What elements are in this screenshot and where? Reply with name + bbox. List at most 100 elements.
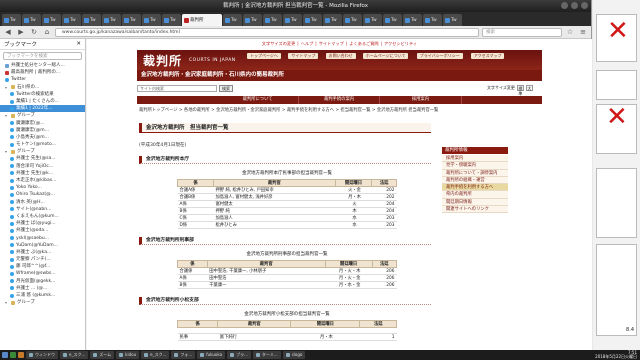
browser-tab[interactable]: Tw	[263, 14, 282, 26]
utility-link[interactable]: サイトマップ	[319, 41, 344, 47]
utility-link[interactable]: アクセシビリティ	[384, 41, 417, 47]
right-nav-item[interactable]: 開廷期日情報	[442, 198, 508, 207]
background-window[interactable]	[596, 168, 637, 238]
bookmark-item[interactable]: 清水 英(@H...	[0, 199, 85, 206]
bookmark-item[interactable]: くまえもん(@kum...	[0, 213, 85, 220]
bookmark-item[interactable]: 業績1 | たくさんの...	[0, 98, 85, 105]
bookmark-item[interactable]: Wframe(@swbs...	[0, 270, 85, 277]
bookmark-item[interactable]: 月光仮面(@gekk...	[0, 278, 85, 285]
site-logo[interactable]: 裁判所	[143, 52, 182, 69]
start-menu-icon[interactable]	[2, 352, 8, 358]
back-icon[interactable]: ◀	[3, 28, 13, 37]
background-window[interactable]: 8.4	[596, 244, 637, 336]
bookmark-item[interactable]: 業績1 | 2022年...	[0, 105, 85, 113]
bookmark-item[interactable]: 落合洋司 YojiOc...	[0, 163, 85, 170]
header-link[interactable]: プライバシーポリシー	[416, 53, 463, 59]
browser-tab[interactable]: Tw	[283, 14, 302, 26]
right-nav-item[interactable]: 裁判所の組織・運営	[442, 176, 508, 185]
browser-tab[interactable]: Tw	[243, 14, 262, 26]
forward-icon[interactable]: ▶	[16, 28, 26, 37]
right-nav-item[interactable]: 裁判所について・調停案内	[442, 169, 508, 177]
taskbar-task[interactable]: kidou	[116, 351, 140, 359]
bookmark-item[interactable]: 弁護士(@oda...	[0, 227, 85, 234]
bookmark-item[interactable]: 弁護士 ば(@yugi...	[0, 220, 85, 227]
close-icon[interactable]: ✕	[76, 41, 81, 47]
site-search-button[interactable]: 検索	[219, 85, 233, 92]
font-size-normal-button[interactable]: 標準	[516, 85, 524, 96]
bookmark-search-input[interactable]: ブックマークを検索	[3, 52, 82, 60]
browser-tab[interactable]: Tw	[162, 14, 181, 26]
browser-tab[interactable]: Tw	[42, 14, 61, 26]
app-launcher-icon[interactable]	[18, 352, 24, 358]
background-window[interactable]	[596, 70, 637, 100]
expand-arrow-icon[interactable]: ▾	[5, 112, 9, 119]
bookmark-item[interactable]: 弁護士 ... (@...	[0, 285, 85, 292]
taskbar-task[interactable]: ウィンドウ	[26, 351, 58, 359]
taskbar-task[interactable]: フォ...	[171, 351, 196, 359]
browser-tab[interactable]: Tw	[363, 14, 382, 26]
bookmark-item[interactable]: 廣瀬康宏(@...	[0, 120, 85, 127]
browser-tab[interactable]: 裁判所	[182, 14, 222, 26]
expand-arrow-icon[interactable]: ▾	[5, 148, 9, 155]
url-bar[interactable]: www.courts.go.jp/kanazawa/saiban/tanto/i…	[55, 27, 479, 37]
right-nav-item[interactable]: 裁判手続を利用する方へ	[442, 184, 508, 192]
browser-tab[interactable]: Tw	[102, 14, 121, 26]
right-nav-item[interactable]: 関連サイトへのリンク	[442, 206, 508, 214]
bookmark-item[interactable]: 元警察 パンチ(...	[0, 256, 85, 263]
taskbar-task[interactable]: ズーム	[90, 351, 115, 359]
bookmark-item[interactable]: 木走正水(@kibas...	[0, 177, 85, 184]
sidebar-title[interactable]: ブックマーク	[4, 40, 37, 48]
bookmark-item[interactable]: 三浦 悠 (@kumk...	[0, 292, 85, 299]
bookmark-item[interactable]: Ohiro Tsukaz(@...	[0, 191, 85, 198]
menu-item[interactable]: 裁判所について	[217, 96, 299, 104]
site-search-input[interactable]: サイト内検索	[137, 85, 217, 92]
taskbar-task[interactable]: e_スク...	[60, 351, 89, 359]
utility-link[interactable]: 文字サイズの変更	[262, 41, 295, 47]
bookmark-item[interactable]: ▾ 石川県の...	[0, 84, 85, 91]
bookmark-item[interactable]: Yoko Yoko...	[0, 184, 85, 191]
search-bar[interactable]: 検索	[482, 27, 562, 37]
browser-tab[interactable]: Tw	[423, 14, 442, 26]
font-size-large-button[interactable]: 大	[525, 85, 533, 91]
bookmark-item[interactable]: 弁護士 ぶ(@ka...	[0, 249, 85, 256]
reload-icon[interactable]: ↻	[29, 28, 39, 37]
bookmark-item[interactable]: yskl(@saebu...	[0, 235, 85, 242]
maximize-button[interactable]	[571, 2, 578, 9]
bookmark-item[interactable]: Twitterの検索結果	[0, 91, 85, 98]
browser-tab[interactable]: Tw	[22, 14, 41, 26]
utility-link[interactable]: ヘルプ	[301, 41, 314, 47]
expand-arrow-icon[interactable]: ▾	[5, 84, 9, 91]
header-link[interactable]: アクセスマップ	[470, 53, 505, 59]
bookmark-item[interactable]: 廣瀬康宏(@m...	[0, 127, 85, 134]
bookmark-item[interactable]: YuDam(@YuDam...	[0, 242, 85, 249]
minimize-button[interactable]	[561, 2, 568, 9]
right-nav-item[interactable]: 見学・傍聴案内	[442, 162, 508, 170]
bookmark-item[interactable]: 弁護士 先生(@sa...	[0, 155, 85, 162]
browser-tab[interactable]: Tw	[223, 14, 242, 26]
bookmark-item[interactable]: 小島秀夫(@m...	[0, 134, 85, 141]
browser-tab[interactable]: Tw	[323, 14, 342, 26]
bookmark-item[interactable]: 弁護士処分センター総人...	[0, 62, 85, 69]
menu-item[interactable]: 裁判手続の案内	[299, 96, 381, 104]
menu-icon[interactable]: ≡	[578, 28, 588, 37]
browser-tab[interactable]: Tw	[122, 14, 141, 26]
bookmark-item[interactable]: 最高裁判所 | 裁判所の...	[0, 69, 85, 76]
bookmark-item[interactable]: 弁護士 先生(@k...	[0, 170, 85, 177]
taskbar-task[interactable]: fukuoka	[197, 351, 226, 359]
bookmark-item[interactable]: ▾ グループ	[0, 299, 85, 306]
header-link[interactable]: お問い合わせ	[325, 53, 356, 59]
right-nav-item[interactable]: 県内の裁判所	[442, 191, 508, 199]
right-nav-item[interactable]: 採用案内	[442, 155, 508, 163]
bookmark-star-icon[interactable]: ☆	[565, 28, 575, 37]
browser-tab[interactable]: Tw	[403, 14, 422, 26]
close-button[interactable]	[581, 2, 588, 9]
breadcrumb[interactable]: 裁判所トップページ > 各地の裁判所 > 金沢地方裁判所・金沢家庭裁判所 > 裁…	[139, 108, 489, 114]
header-link[interactable]: ホームページについて	[362, 53, 409, 59]
taskbar-task[interactable]: ターミ...	[252, 351, 281, 359]
browser-tab[interactable]: Tw	[2, 14, 21, 26]
browser-tab[interactable]: Tw	[303, 14, 322, 26]
browser-tab[interactable]: Tw	[142, 14, 161, 26]
bookmark-item[interactable]: ▾ グループ	[0, 112, 85, 119]
bookmark-item[interactable]: サイト(@nabn...	[0, 206, 85, 213]
menu-item[interactable]: 採用案内	[380, 96, 462, 104]
